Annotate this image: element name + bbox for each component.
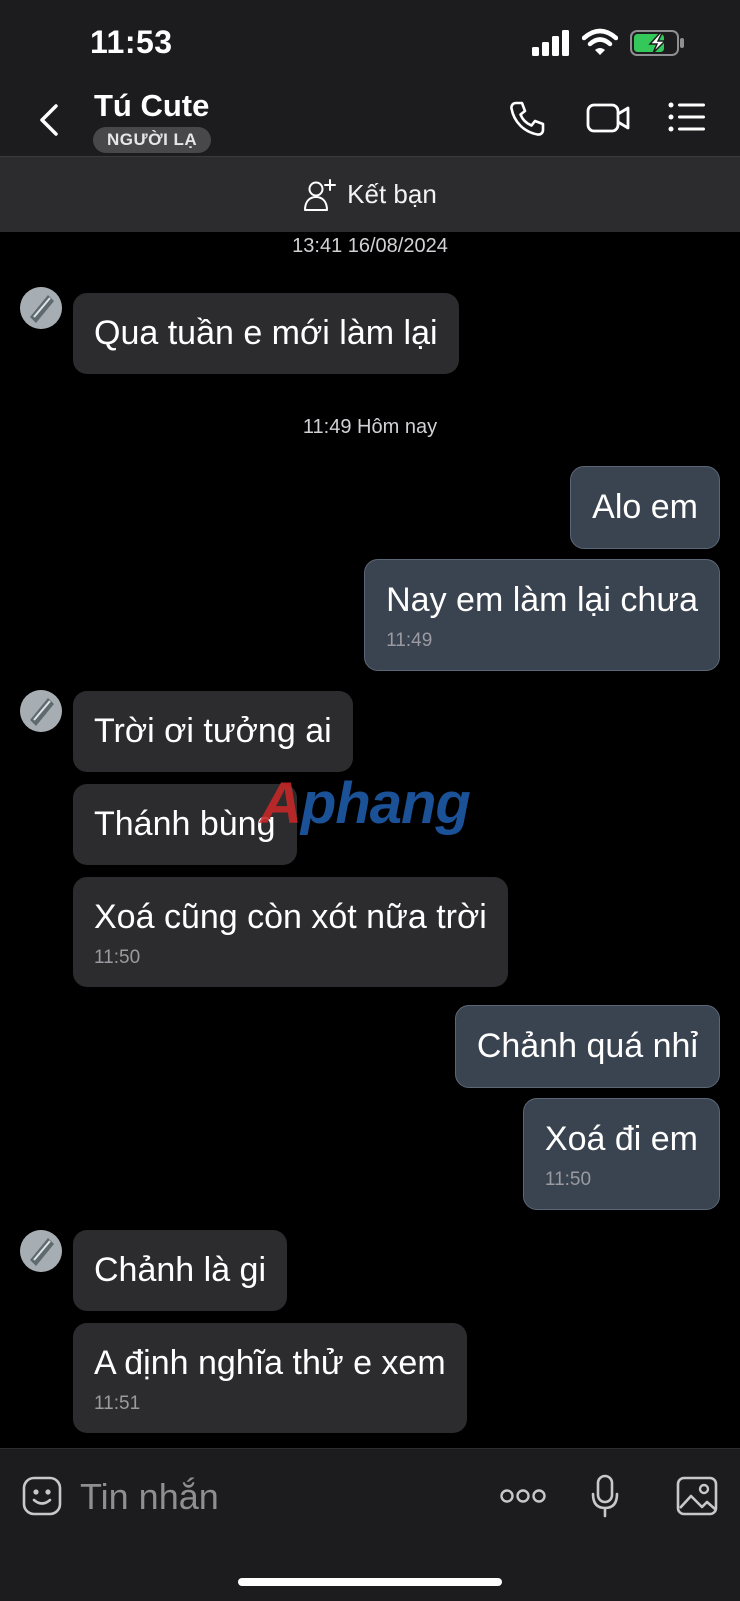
message-outgoing[interactable]: Chảnh quá nhỉ	[454, 1005, 720, 1089]
message-text: Qua tuần e mới làm lại	[94, 314, 438, 352]
cellular-signal-icon	[532, 30, 569, 56]
date-stamp: 13:41 16/08/2024	[292, 235, 448, 257]
contact-avatar[interactable]	[20, 690, 62, 732]
add-friend-label: Kết bạn	[347, 179, 437, 209]
message-text: A định nghĩa thử e xem	[94, 1344, 446, 1382]
message-outgoing[interactable]: Nay em làm lại chưa 11:49	[364, 559, 720, 672]
message-incoming[interactable]: Xoá cũng còn xót nữa trời 11:50	[73, 877, 508, 988]
avatar-photo-icon	[20, 1230, 62, 1272]
watermark-logo: Aphang	[260, 771, 471, 836]
message-text: Alo em	[592, 488, 698, 526]
date-stamp: 11:49 Hôm nay	[302, 416, 438, 438]
avatar-photo-icon	[20, 690, 62, 732]
message-time: 11:51	[94, 1393, 141, 1415]
message-text: Thánh bùng	[94, 805, 276, 843]
status-time: 11:53	[90, 24, 173, 60]
image-icon[interactable]	[676, 1476, 718, 1516]
battery-charging-icon	[630, 30, 684, 56]
wifi-icon	[582, 28, 618, 55]
avatar-photo-icon	[20, 287, 62, 329]
message-text: Chảnh quá nhỉ	[476, 1027, 698, 1065]
stranger-badge: NGƯỜI LẠ	[93, 127, 212, 153]
home-indicator	[238, 1578, 502, 1586]
microphone-icon[interactable]	[590, 1474, 620, 1518]
phone-icon[interactable]	[508, 100, 546, 138]
message-incoming[interactable]: A định nghĩa thử e xem 11:51	[73, 1323, 467, 1434]
sticker-icon[interactable]	[22, 1476, 62, 1516]
message-outgoing[interactable]: Alo em	[570, 466, 720, 550]
add-friend-button[interactable]: Kết bạn	[0, 157, 740, 232]
back-icon[interactable]	[36, 102, 66, 138]
message-text: Chảnh là gi	[94, 1251, 267, 1289]
message-incoming[interactable]: Chảnh là gi	[73, 1230, 288, 1312]
contact-avatar[interactable]	[20, 287, 62, 329]
message-time: 11:50	[94, 947, 141, 969]
message-time: 11:50	[544, 1169, 592, 1191]
message-text: Nay em làm lại chưa	[386, 581, 698, 619]
message-text: Trời ơi tưởng ai	[94, 712, 332, 750]
more-icon[interactable]	[500, 1488, 546, 1504]
message-text: Xoá đi em	[544, 1120, 698, 1158]
video-call-icon[interactable]	[586, 100, 630, 136]
contact-avatar[interactable]	[20, 1230, 62, 1272]
message-incoming[interactable]: Qua tuần e mới làm lại	[73, 293, 459, 375]
message-input[interactable]	[80, 1472, 460, 1522]
message-text: Xoá cũng còn xót nữa trời	[94, 898, 487, 936]
message-outgoing[interactable]: Xoá đi em 11:50	[522, 1098, 720, 1211]
message-incoming[interactable]: Trời ơi tưởng ai	[73, 691, 353, 773]
add-friend-icon	[304, 178, 337, 211]
message-time: 11:49	[386, 630, 433, 652]
menu-list-icon[interactable]	[668, 100, 706, 134]
contact-name[interactable]: Tú Cute	[94, 88, 209, 124]
